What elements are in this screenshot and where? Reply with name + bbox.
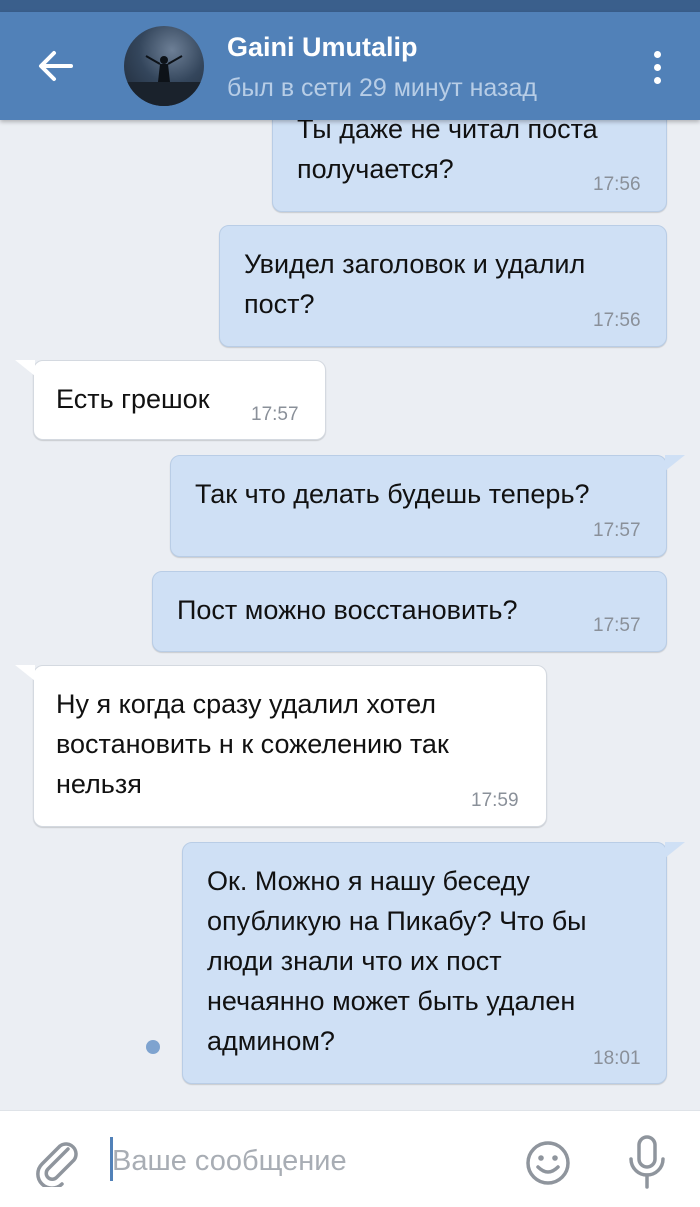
arrow-left-icon xyxy=(39,51,73,81)
message-time: 17:57 xyxy=(251,404,299,425)
message-time: 17:57 xyxy=(593,520,641,541)
message-time: 17:56 xyxy=(593,174,641,195)
message-time: 18:01 xyxy=(593,1048,641,1069)
message-list[interactable]: Ты даже не читал поста получается? 17:56… xyxy=(0,0,700,1110)
message-text-line: Увидел заголовок и удалил xyxy=(244,249,586,279)
more-vertical-icon-dot xyxy=(653,76,661,84)
message-text-line: Ок. Можно я нашу беседу xyxy=(207,866,530,896)
message-text-line: опубликую на Пикабу? Что бы xyxy=(207,906,587,936)
message-outgoing[interactable]: Так что делать будешь теперь? 17:57 xyxy=(170,455,667,557)
message-text-line: нельзя xyxy=(56,769,142,799)
more-vertical-icon-dot xyxy=(653,63,661,71)
back-button[interactable] xyxy=(30,42,80,90)
message-text-line: Пост можно восстановить? xyxy=(177,595,518,625)
contact-name[interactable]: Gaini Umutalip xyxy=(227,32,418,63)
message-text-line: Есть грешок xyxy=(56,384,210,414)
message-text-line: нечаянно может быть удален xyxy=(207,986,576,1016)
message-text-line: востановить н к сожелению так xyxy=(56,729,449,759)
avatar-image xyxy=(124,55,204,106)
more-vertical-icon xyxy=(653,50,661,58)
message-outgoing[interactable]: Пост можно восстановить? 17:57 xyxy=(152,571,667,652)
message-outgoing[interactable]: Увидел заголовок и удалил пост? 17:56 xyxy=(219,225,667,347)
message-text-line: админом? xyxy=(207,1026,335,1056)
message-incoming[interactable]: Ну я когда сразу удалил хотел востановит… xyxy=(33,665,547,827)
message-text-line: люди знали что их пост xyxy=(207,946,502,976)
bubble-tail xyxy=(665,842,685,858)
last-seen-status: был в сети 29 минут назад xyxy=(227,74,537,102)
more-menu-button[interactable] xyxy=(640,42,674,92)
bubble-tail xyxy=(665,455,685,471)
message-time: 17:57 xyxy=(593,615,641,636)
paperclip-icon xyxy=(36,1142,78,1190)
message-text-line: пост? xyxy=(244,289,315,319)
message-text-line: получается? xyxy=(297,154,454,184)
voice-message-button[interactable] xyxy=(622,1133,672,1193)
bubble-tail xyxy=(15,360,35,376)
message-time: 17:56 xyxy=(593,310,641,331)
message-incoming[interactable]: Есть грешок 17:57 xyxy=(33,360,326,440)
message-text-line: Ну я когда сразу удалил хотел xyxy=(56,689,436,719)
message-time: 17:59 xyxy=(471,790,519,811)
message-outgoing[interactable]: Ок. Можно я нашу беседу опубликую на Пик… xyxy=(182,842,667,1084)
emoji-button[interactable] xyxy=(522,1137,574,1189)
composer-bar xyxy=(0,1110,700,1207)
chat-header: Gaini Umutalip был в сети 29 минут назад xyxy=(0,12,700,120)
avatar[interactable] xyxy=(124,26,204,106)
unread-indicator xyxy=(146,1040,160,1054)
microphone-icon xyxy=(629,1135,665,1189)
bubble-tail xyxy=(15,665,35,681)
message-input[interactable] xyxy=(112,1139,492,1183)
smile-icon xyxy=(526,1141,570,1185)
attach-button[interactable] xyxy=(32,1135,82,1190)
message-text-line: Так что делать будешь теперь? xyxy=(195,479,590,509)
